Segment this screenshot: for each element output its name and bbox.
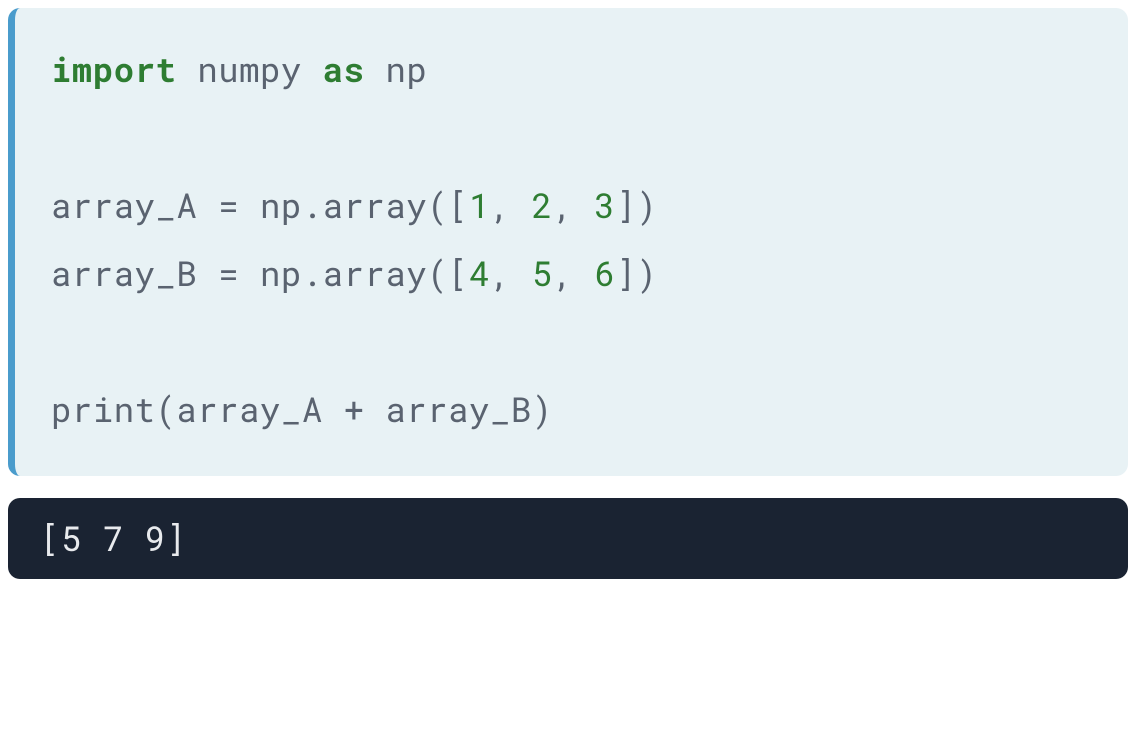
code-input-block: import numpy as np array_A = np.array([1… [8, 8, 1128, 476]
code-text: np [385, 47, 427, 92]
number-literal: 2 [532, 183, 553, 228]
code-text: , [490, 183, 532, 228]
code-text: numpy [197, 47, 302, 92]
code-text: , [490, 251, 532, 296]
code-line-3: array_A = np.array([1, 2, 3]) [51, 172, 1092, 240]
code-line-empty [51, 308, 1092, 376]
number-literal: 6 [595, 251, 616, 296]
code-output-block: [5 7 9] [8, 498, 1128, 579]
code-text: array_A = np.array([ [51, 183, 469, 228]
number-literal: 5 [532, 251, 553, 296]
output-line-1: [5 7 9] [40, 516, 1096, 561]
keyword-import: import [51, 47, 176, 92]
code-line-6: print(array_A + array_B) [51, 376, 1092, 444]
code-text: array_B = np.array([ [51, 251, 469, 296]
code-text: , [553, 251, 595, 296]
code-text [302, 47, 323, 92]
number-literal: 4 [469, 251, 490, 296]
number-literal: 1 [469, 183, 490, 228]
number-literal: 3 [595, 183, 616, 228]
code-text [176, 47, 197, 92]
code-line-4: array_B = np.array([4, 5, 6]) [51, 240, 1092, 308]
code-text [365, 47, 386, 92]
code-line-1: import numpy as np [51, 36, 1092, 104]
code-text: ]) [615, 183, 657, 228]
keyword-as: as [323, 47, 365, 92]
code-line-empty [51, 104, 1092, 172]
code-text: ]) [615, 251, 657, 296]
code-text: , [553, 183, 595, 228]
